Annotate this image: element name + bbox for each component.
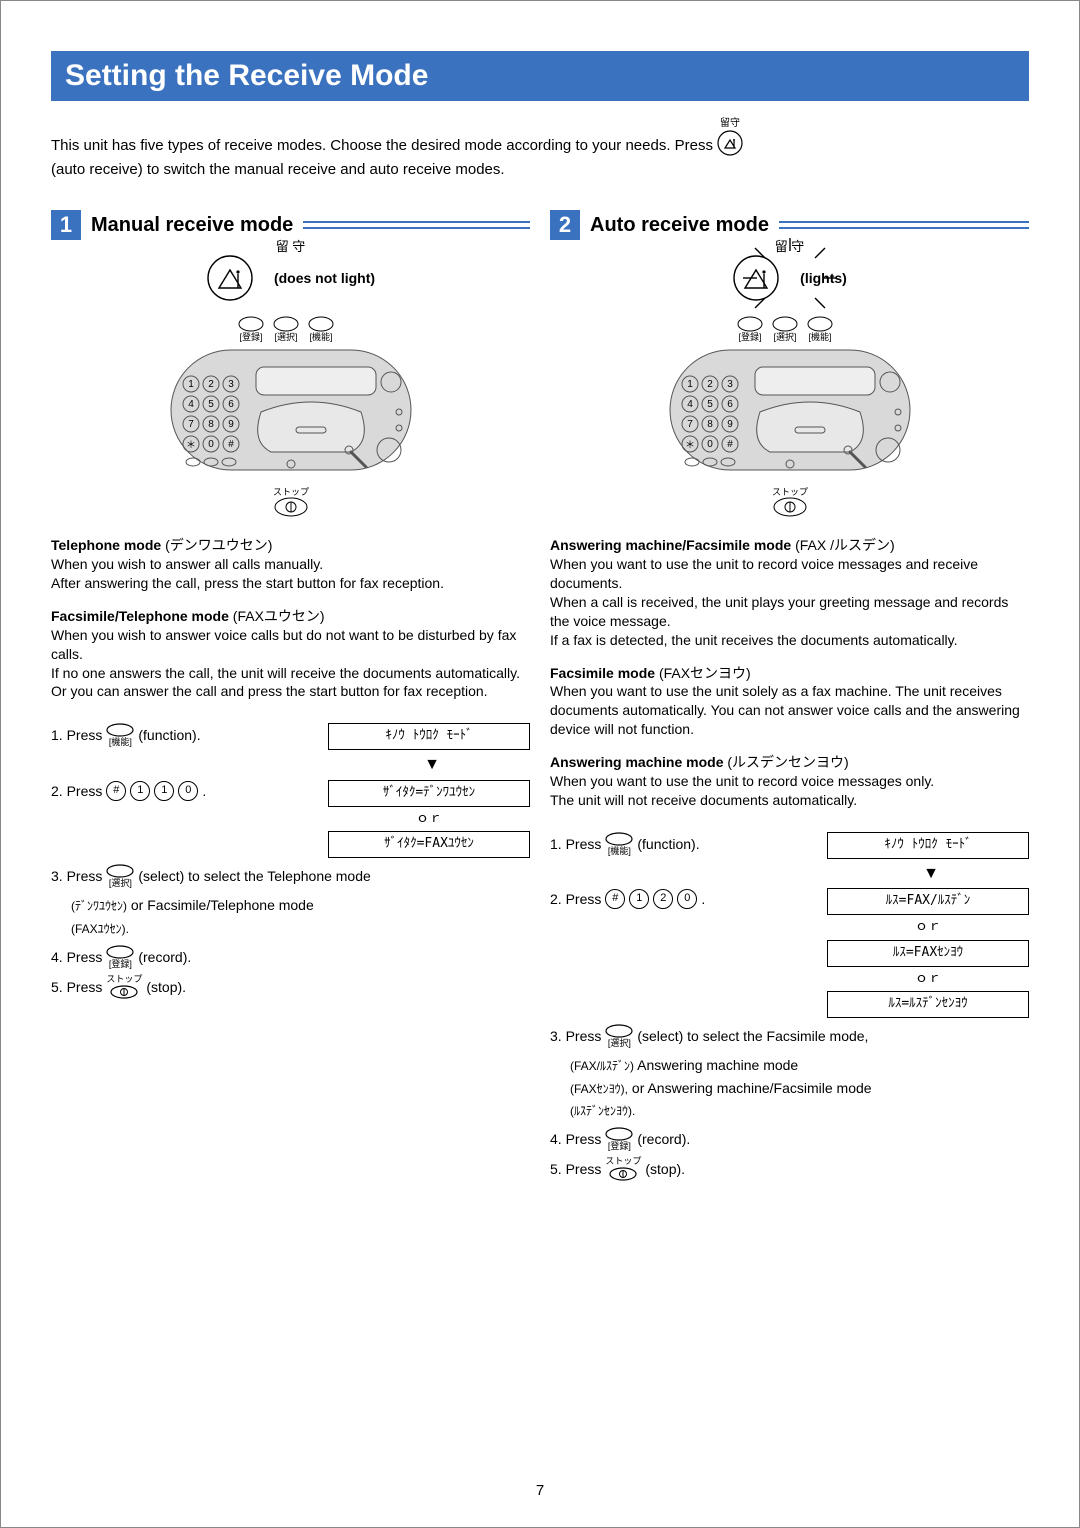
svg-text:0: 0 [707,439,713,450]
rule-line [303,221,530,229]
select-button-icon: [選択] [605,1024,633,1048]
hash-key-icon: # [106,781,126,801]
svg-text:[登録]: [登録] [239,331,262,342]
rusu-status-off: (does not light) [274,270,375,286]
svg-text:3: 3 [228,379,234,390]
svg-text:7: 7 [687,419,693,430]
page-number: 7 [1,1482,1079,1499]
lcd-display: ｻﾞｲﾀｸ=FAXﾕｳｾﾝ [328,831,530,858]
hash-key-icon: # [605,889,625,909]
auto-section-title: Auto receive mode [590,214,769,237]
svg-text:#: # [727,439,733,450]
svg-text:＊: ＊ [186,440,196,451]
svg-text:1: 1 [687,379,693,390]
ans-mode-block: Answering machine mode (ルスデンセンヨウ) When y… [550,753,1029,810]
svg-text:[機能]: [機能] [808,331,831,342]
svg-text:5: 5 [208,399,214,410]
lcd-display: ｷﾉｳ ﾄｳﾛｸ ﾓｰﾄﾞ [328,723,530,750]
lcd-display: ﾙｽ=ﾙｽﾃﾞﾝｾﾝﾖｳ [827,991,1029,1018]
one-key-icon: 1 [154,781,174,801]
select-button-icon: [選択] [106,864,134,888]
svg-text:6: 6 [228,399,234,410]
lcd-display: ｷﾉｳ ﾄｳﾛｸ ﾓｰﾄﾞ [827,832,1029,859]
section-number-2: 2 [550,210,580,240]
ans-fax-mode-block: Answering machine/Facsimile mode (FAX /ル… [550,536,1029,649]
svg-text:0: 0 [208,439,214,450]
svg-text:9: 9 [228,419,234,430]
rusu-button-large-icon [732,254,780,302]
svg-text:[選択]: [選択] [773,331,796,342]
svg-text:8: 8 [707,419,713,430]
one-key-icon: 1 [130,781,150,801]
svg-text:ストップ: ストップ [272,487,308,497]
svg-text:2: 2 [208,379,214,390]
svg-text:ストップ: ストップ [771,487,807,497]
stop-button-icon: ストップ [106,975,142,999]
svg-text:7: 7 [188,419,194,430]
auto-steps: 1. Press [機能] (function). ｷﾉｳ ﾄｳﾛｸ ﾓｰﾄﾞ … [550,832,1029,1182]
rusu-jp-label: 留 守 [276,236,306,255]
intro-text-2: (auto receive) to switch the manual rece… [51,160,505,180]
manual-device-illustration: 留 守 (does not light) [登録] [51,254,530,522]
svg-text:8: 8 [208,419,214,430]
two-key-icon: 2 [653,889,673,909]
lcd-display: ｻﾞｲﾀｸ=ﾃﾞﾝﾜﾕｳｾﾝ [328,780,530,807]
zero-key-icon: 0 [677,889,697,909]
rusu-button-large-icon [206,254,254,302]
rusu-status-on: (lights) [800,270,847,286]
fax-machine-illustration: [登録] [選択] [機能] 1 2 3 [640,312,940,522]
down-arrow-icon: ▼ [550,861,939,887]
auto-receive-button-icon: 留守 [717,119,743,156]
auto-mode-column: 2 Auto receive mode 留 守 [550,210,1029,1187]
fax-telephone-mode-block: Facsimile/Telephone mode (FAXユウセン) When … [51,607,530,701]
svg-text:4: 4 [687,399,693,410]
svg-text:[選択]: [選択] [274,331,297,342]
svg-text:6: 6 [727,399,733,410]
down-arrow-icon: ▼ [51,752,440,778]
svg-text:＊: ＊ [685,440,695,451]
record-button-icon: [登録] [605,1127,633,1151]
intro-paragraph: This unit has five types of receive mode… [51,119,1029,180]
svg-text:[登録]: [登録] [738,331,761,342]
svg-text:5: 5 [707,399,713,410]
record-button-icon: [登録] [106,945,134,969]
telephone-mode-block: Telephone mode (デンワユウセン) When you wish t… [51,536,530,593]
manual-mode-column: 1 Manual receive mode 留 守 (does not ligh… [51,210,530,1187]
auto-device-illustration: 留 守 [550,254,1029,522]
lcd-display: ﾙｽ=FAX/ﾙｽﾃﾞﾝ [827,888,1029,915]
or-text: ｏｒ [915,917,941,938]
or-text: ｏｒ [915,969,941,990]
svg-text:3: 3 [727,379,733,390]
function-button-icon: [機能] [605,832,633,856]
one-key-icon: 1 [629,889,649,909]
svg-text:[機能]: [機能] [309,331,332,342]
svg-text:1: 1 [188,379,194,390]
section-number-1: 1 [51,210,81,240]
rule-line [779,221,1029,229]
intro-text-1: This unit has five types of receive mode… [51,136,713,156]
svg-text:#: # [228,439,234,450]
stop-button-icon: ストップ [605,1157,641,1181]
lcd-display: ﾙｽ=FAXｾﾝﾖｳ [827,940,1029,967]
or-text: ｏｒ [416,809,442,830]
rusu-jp-label: 留 守 [775,236,805,255]
page-title: Setting the Receive Mode [51,51,1029,101]
manual-steps: 1. Press [機能] (function). ｷﾉｳ ﾄｳﾛｸ ﾓｰﾄﾞ … [51,723,530,999]
svg-text:2: 2 [707,379,713,390]
manual-section-title: Manual receive mode [91,214,293,237]
svg-text:9: 9 [727,419,733,430]
svg-text:4: 4 [188,399,194,410]
zero-key-icon: 0 [178,781,198,801]
fax-machine-illustration: [登録] [選択] [機能] 1 [141,312,441,522]
function-button-icon: [機能] [106,723,134,747]
fax-mode-block: Facsimile mode (FAXセンヨウ) When you want t… [550,664,1029,740]
